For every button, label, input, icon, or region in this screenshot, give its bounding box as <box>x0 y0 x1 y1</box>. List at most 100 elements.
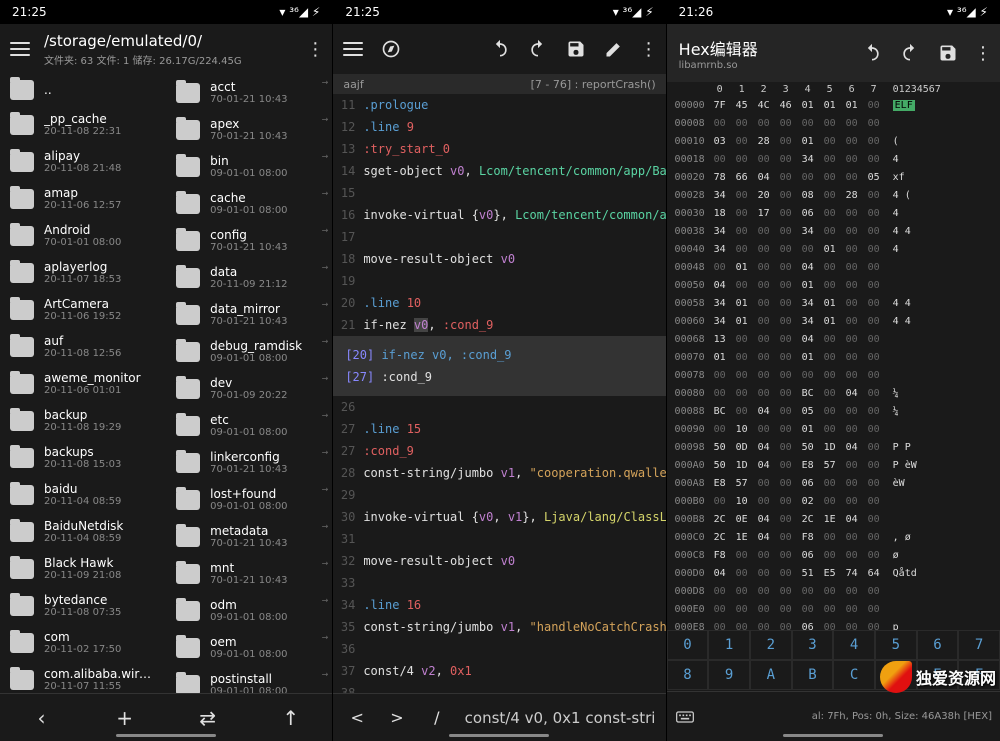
hex-byte[interactable]: 0D <box>731 439 753 457</box>
hex-byte[interactable]: 00 <box>753 259 775 277</box>
hex-byte[interactable]: 00 <box>797 367 819 385</box>
hex-byte[interactable]: 00 <box>797 169 819 187</box>
hex-byte[interactable]: 13 <box>709 331 731 349</box>
hex-row[interactable]: 0002834002000080028004 ( <box>667 187 1000 205</box>
save-icon[interactable] <box>936 41 960 65</box>
numpad-6[interactable]: 6 <box>917 630 959 660</box>
next-icon[interactable]: > <box>385 706 409 730</box>
hex-row[interactable]: 000D00400000051E57464 Qåtd <box>667 565 1000 583</box>
code-line[interactable]: 31 <box>333 528 665 550</box>
hex-byte[interactable]: 00 <box>775 223 797 241</box>
hex-byte[interactable]: 06 <box>797 205 819 223</box>
hex-byte[interactable]: 00 <box>731 385 753 403</box>
hex-byte[interactable]: 00 <box>709 619 731 630</box>
slash-icon[interactable]: / <box>425 706 449 730</box>
hex-byte[interactable]: 01 <box>819 295 841 313</box>
hex-byte[interactable]: 00 <box>863 97 885 115</box>
file-item[interactable]: backups20-11-08 15:03 <box>0 439 166 476</box>
code-line[interactable]: 30invoke-virtual {v0, v1}, Ljava/lang/Cl… <box>333 506 665 528</box>
hex-row[interactable]: 000100300280001000000 ( <box>667 133 1000 151</box>
code-line[interactable]: 26 <box>333 396 665 418</box>
hex-byte[interactable]: 00 <box>863 493 885 511</box>
code-line[interactable]: 33 <box>333 572 665 594</box>
file-item[interactable]: backup20-11-08 19:29 <box>0 402 166 439</box>
hex-byte[interactable]: 00 <box>775 115 797 133</box>
file-item[interactable]: baidu20-11-04 08:59 <box>0 476 166 513</box>
numpad-2[interactable]: 2 <box>750 630 792 660</box>
hex-byte[interactable]: 00 <box>819 259 841 277</box>
file-item[interactable]: Black Hawk20-11-09 21:08 <box>0 550 166 587</box>
hex-byte[interactable]: 00 <box>863 133 885 151</box>
hex-byte[interactable]: 7F <box>709 97 731 115</box>
back-icon[interactable]: ‹ <box>30 706 54 730</box>
hex-byte[interactable]: 00 <box>863 547 885 565</box>
file-item[interactable]: apex70-01-21 10:43→ <box>166 111 332 148</box>
hex-byte[interactable]: 00 <box>819 583 841 601</box>
hex-byte[interactable]: 00 <box>819 475 841 493</box>
hex-byte[interactable]: 04 <box>841 439 863 457</box>
hex-byte[interactable]: 00 <box>731 277 753 295</box>
hex-row[interactable]: 000A0501D0400E8570000P èW <box>667 457 1000 475</box>
hex-byte[interactable]: 1E <box>731 529 753 547</box>
file-item[interactable]: Android70-01-01 08:00 <box>0 217 166 254</box>
hex-byte[interactable]: 00 <box>709 601 731 619</box>
hex-byte[interactable]: 00 <box>863 511 885 529</box>
hex-byte[interactable]: 00 <box>863 529 885 547</box>
hex-byte[interactable]: 00 <box>863 601 885 619</box>
hex-byte[interactable]: 00 <box>775 565 797 583</box>
hex-byte[interactable]: 00 <box>819 133 841 151</box>
hex-byte[interactable]: 01 <box>841 97 863 115</box>
hex-byte[interactable]: 00 <box>863 187 885 205</box>
hex-byte[interactable]: 00 <box>775 349 797 367</box>
hex-byte[interactable]: 00 <box>731 583 753 601</box>
hex-byte[interactable]: 34 <box>709 295 731 313</box>
file-item[interactable]: _pp_cache20-11-08 22:31 <box>0 106 166 143</box>
hex-byte[interactable]: 00 <box>709 583 731 601</box>
hex-byte[interactable]: 64 <box>863 565 885 583</box>
numpad-8[interactable]: 8 <box>667 660 709 690</box>
hex-byte[interactable]: 00 <box>753 295 775 313</box>
hex-byte[interactable]: 00 <box>731 367 753 385</box>
hex-byte[interactable]: 34 <box>709 313 731 331</box>
hex-byte[interactable]: 04 <box>709 565 731 583</box>
hex-byte[interactable]: 00 <box>841 421 863 439</box>
hex-byte[interactable]: 00 <box>863 385 885 403</box>
hex-byte[interactable]: 00 <box>863 619 885 630</box>
hex-byte[interactable]: 00 <box>753 619 775 630</box>
file-item[interactable]: debug_ramdisk09-01-01 08:00→ <box>166 333 332 370</box>
hex-row[interactable]: 000E80000000006000000 p <box>667 619 1000 630</box>
hex-byte[interactable]: 10 <box>731 493 753 511</box>
file-item[interactable]: bytedance20-11-08 07:35 <box>0 587 166 624</box>
numpad-9[interactable]: 9 <box>708 660 750 690</box>
menu-icon[interactable] <box>341 37 365 61</box>
hex-byte[interactable]: 01 <box>797 421 819 439</box>
hex-byte[interactable]: BC <box>797 385 819 403</box>
hex-row[interactable]: 000A8E857000006000000èW <box>667 475 1000 493</box>
hex-byte[interactable]: 00 <box>841 151 863 169</box>
hex-byte[interactable]: 04 <box>753 439 775 457</box>
hex-byte[interactable]: 00 <box>797 115 819 133</box>
hex-byte[interactable]: 00 <box>753 421 775 439</box>
overflow-icon[interactable]: ⋮ <box>640 39 658 60</box>
hex-byte[interactable]: E8 <box>797 457 819 475</box>
hex-byte[interactable]: 00 <box>753 601 775 619</box>
code-line[interactable]: 14sget-object v0, Lcom/tencent/common/ap… <box>333 160 665 182</box>
file-item[interactable]: com.alibaba.wireless20-11-07 11:55 <box>0 661 166 693</box>
hex-byte[interactable]: 00 <box>841 331 863 349</box>
hex-byte[interactable]: 0E <box>731 511 753 529</box>
file-item[interactable]: .. <box>0 74 166 106</box>
hex-byte[interactable]: 50 <box>709 439 731 457</box>
hex-byte[interactable]: 00 <box>819 601 841 619</box>
hex-byte[interactable]: 00 <box>819 529 841 547</box>
code-hint-popup[interactable]: [20] if-nez v0, :cond_9[27] :cond_9 <box>333 336 665 396</box>
hex-byte[interactable]: 17 <box>753 205 775 223</box>
hex-byte[interactable]: 00 <box>841 313 863 331</box>
hex-byte[interactable]: 00 <box>819 277 841 295</box>
hex-byte[interactable]: 00 <box>841 475 863 493</box>
hex-byte[interactable]: 06 <box>797 475 819 493</box>
hex-byte[interactable]: 34 <box>797 295 819 313</box>
file-col-right[interactable]: acct70-01-21 10:43→apex70-01-21 10:43→bi… <box>166 74 332 693</box>
file-item[interactable]: etc09-01-01 08:00→ <box>166 407 332 444</box>
hex-byte[interactable]: E8 <box>709 475 731 493</box>
hex-byte[interactable]: 1D <box>731 457 753 475</box>
